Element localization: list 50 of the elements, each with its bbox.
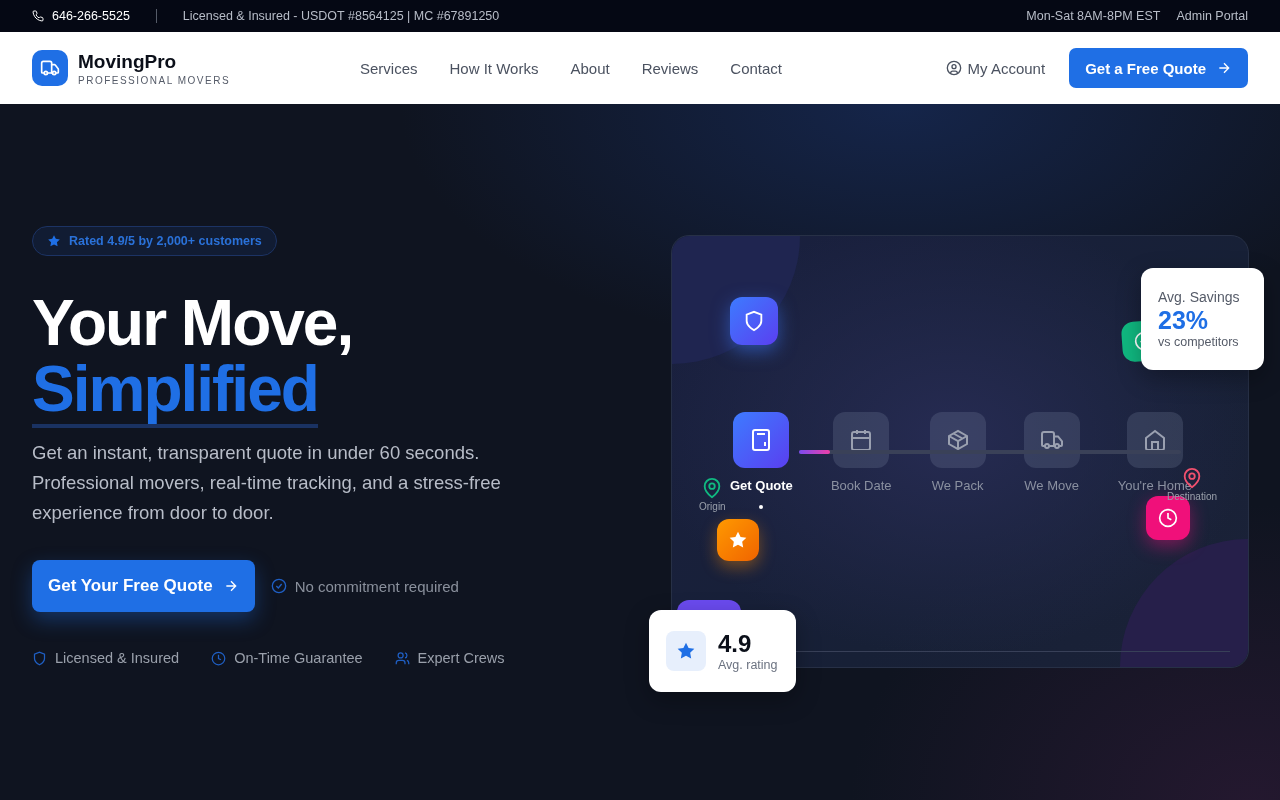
- brand-name: MovingPro: [78, 50, 178, 73]
- destination-label: Destination: [1167, 490, 1218, 502]
- shield-tile-icon: [730, 296, 778, 345]
- logo-icon: [32, 50, 68, 86]
- step-label: Book Date: [830, 477, 892, 493]
- feature-label: On-Time Guarantee: [234, 650, 363, 666]
- step-tile-calculator-icon[interactable]: [733, 411, 790, 468]
- nav-link[interactable]: Contact: [730, 59, 783, 77]
- savings-value: 23%: [1158, 305, 1210, 335]
- my-account-link[interactable]: My Account: [945, 59, 1046, 77]
- brand-tagline: PROFESSIONAL MOVERS: [78, 74, 231, 86]
- nav-link[interactable]: How It Works: [449, 59, 539, 77]
- rating-label: Avg. rating: [718, 657, 778, 672]
- get-quote-button[interactable]: Get Your Free Quote: [32, 560, 255, 612]
- hero-description: Get an instant, transparent quote in under 60 seconds. Professional movers, real-time tracking, and a stress-free experience from door to door.: [32, 441, 502, 525]
- phone-icon: [32, 10, 44, 22]
- user-circle-icon: [945, 60, 962, 76]
- feature-label: Expert Crews: [417, 650, 505, 666]
- step-tile-truck-icon[interactable]: [1023, 411, 1080, 468]
- step-tile-home-icon[interactable]: [1126, 411, 1183, 468]
- origin-label: Origin: [699, 500, 726, 512]
- people-icon: [394, 650, 410, 666]
- rating-badge: Rated 4.9/5 by 2,000+ customers: [32, 226, 277, 256]
- step-label: Get Quote: [730, 477, 793, 493]
- check-circle-icon: [270, 578, 287, 594]
- nav-link[interactable]: Services: [360, 59, 418, 77]
- shield-icon: [32, 650, 47, 666]
- step-label: You're Home: [1117, 477, 1192, 493]
- rating-value: 4.9: [718, 629, 753, 658]
- step-tile-box-icon[interactable]: [929, 411, 986, 468]
- step-tile-calendar-icon[interactable]: [833, 411, 890, 468]
- license-info: Licensed & Insured - USDOT #8564125 | MC #67891250: [182, 9, 500, 23]
- step-label: We Move: [1024, 477, 1079, 493]
- no-commitment-note: No commitment required: [294, 577, 459, 595]
- hero-heading-highlight: Simplified: [32, 356, 318, 428]
- step-label: We Pack: [931, 477, 984, 493]
- hero-heading: Your Move,: [32, 290, 353, 356]
- business-hours: Mon-Sat 8AM-8PM EST: [1026, 9, 1161, 23]
- active-step-dot: [759, 504, 764, 509]
- free-quote-button[interactable]: Get a Free Quote: [1069, 48, 1248, 88]
- feature-label: Licensed & Insured: [55, 650, 180, 666]
- admin-portal-link[interactable]: Admin Portal: [1176, 9, 1248, 23]
- savings-note: vs competitors: [1158, 334, 1240, 349]
- clock-icon: [211, 650, 227, 666]
- savings-label: Avg. Savings: [1158, 288, 1241, 305]
- star-tile-icon: [717, 518, 759, 561]
- nav-link[interactable]: About: [570, 59, 610, 77]
- phone-number[interactable]: 646-266-5525: [52, 9, 130, 23]
- nav-link[interactable]: Reviews: [641, 59, 699, 77]
- arrow-right-icon: [1216, 60, 1232, 76]
